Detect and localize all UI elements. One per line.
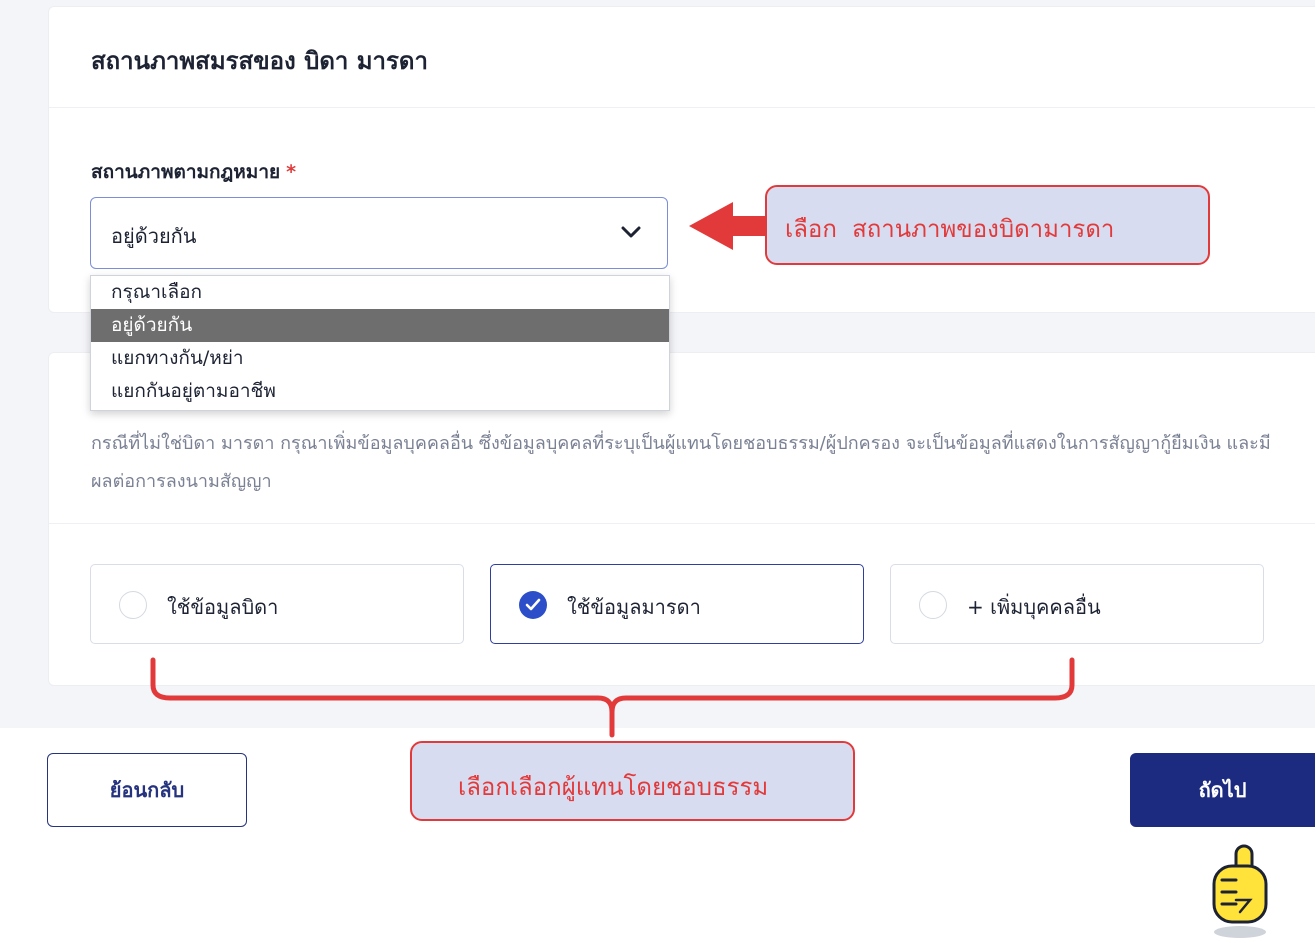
marital-status-title: สถานภาพสมรสของ บิดา มารดา — [91, 47, 428, 75]
radio-unchecked-icon[interactable] — [919, 591, 947, 619]
checkmark-icon — [525, 598, 541, 611]
dropdown-option[interactable]: แยกกันอยู่ตามอาชีพ — [91, 375, 669, 408]
choice-father-data[interactable]: ใช้ข้อมูลบิดา — [90, 564, 464, 644]
pointing-hand-icon — [1212, 844, 1268, 938]
choice-label: + เพิ่มบุคคลอื่น — [967, 595, 1101, 619]
callout-select-guardian: เลือกเลือกผู้แทนโดยชอบธรรม — [410, 741, 855, 821]
divider — [49, 107, 1315, 108]
dropdown-option[interactable]: กรุณาเลือก — [91, 276, 669, 309]
next-button[interactable]: ถัดไป — [1130, 753, 1315, 827]
choice-label: ใช้ข้อมูลบิดา — [167, 595, 279, 619]
dropdown-option-selected[interactable]: อยู่ด้วยกัน — [91, 309, 669, 342]
legal-status-label-text: สถานภาพตามกฎหมาย — [91, 161, 281, 183]
marital-status-card: สถานภาพสมรสของ บิดา มารดา สถานภาพตามกฎหม… — [48, 6, 1315, 313]
choice-label: ใช้ข้อมูลมารดา — [567, 595, 701, 619]
callout-select-guardian-text: เลือกเลือกผู้แทนโดยชอบธรรม — [458, 773, 769, 801]
required-mark: * — [286, 161, 297, 183]
divider — [49, 523, 1315, 524]
legal-status-select[interactable]: อยู่ด้วยกัน — [90, 197, 668, 269]
choice-mother-data[interactable]: ใช้ข้อมูลมารดา — [490, 564, 864, 644]
legal-status-dropdown-list: กรุณาเลือก อยู่ด้วยกัน แยกทางกัน/หย่า แย… — [90, 275, 670, 411]
chevron-down-icon — [621, 226, 641, 238]
callout-select-status-text: เลือก สถานภาพของบิดามารดา — [785, 215, 1115, 243]
radio-unchecked-icon[interactable] — [119, 591, 147, 619]
guardian-description: กรณีที่ไม่ใช่บิดา มารดา กรุณาเพิ่มข้อมูล… — [91, 433, 1271, 492]
back-button[interactable]: ย้อนกลับ — [47, 753, 247, 827]
legal-status-select-value: อยู่ด้วยกัน — [111, 224, 197, 248]
callout-select-status: เลือก สถานภาพของบิดามารดา — [765, 185, 1210, 265]
legal-status-label: สถานภาพตามกฎหมาย * — [91, 157, 296, 187]
choice-add-other-person[interactable]: + เพิ่มบุคคลอื่น — [890, 564, 1264, 644]
dropdown-option[interactable]: แยกทางกัน/หย่า — [91, 342, 669, 375]
radio-checked-icon[interactable] — [519, 591, 547, 619]
